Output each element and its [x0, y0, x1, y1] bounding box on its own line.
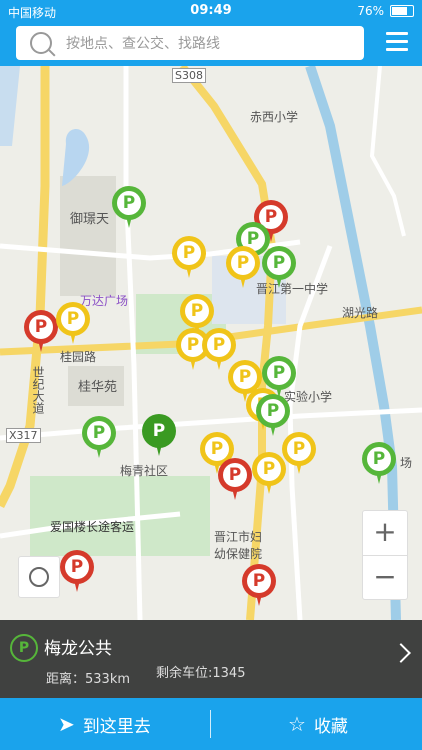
parking-name: 梅龙公共 — [44, 639, 112, 659]
map-label-guihua: 桂华苑 — [78, 380, 118, 395]
status-right: 76% — [357, 4, 414, 18]
map-label-chang: 场 — [400, 456, 413, 470]
parking-spaces: 剩余车位:1345 — [156, 666, 246, 681]
parking-pin[interactable]: P — [172, 236, 206, 278]
map-label-aiguo: 爱国楼长途客运 — [50, 520, 135, 534]
parking-pin[interactable]: P — [262, 246, 296, 288]
star-icon: ☆ — [288, 712, 306, 736]
battery-percent: 76% — [357, 4, 384, 18]
parking-pin[interactable]: P — [226, 246, 260, 288]
parking-pin[interactable]: P — [56, 302, 90, 344]
chevron-right-icon[interactable] — [391, 643, 411, 663]
parking-pin[interactable]: P — [82, 416, 116, 458]
crosshair-icon — [29, 567, 49, 587]
bottom-bar: ➤ 到这里去 ☆ 收藏 — [0, 698, 422, 750]
map-view[interactable]: S308 赤西小学 御璟天 晋江第一中学 万达广场 桂园路 桂华苑 世纪大道 X… — [0, 66, 422, 620]
locate-button[interactable] — [18, 556, 60, 598]
parking-pin[interactable]: P — [60, 550, 94, 592]
map-label-chixi: 赤西小学 — [250, 110, 299, 124]
navigate-button[interactable]: ➤ 到这里去 — [58, 698, 151, 750]
favorite-button[interactable]: ☆ 收藏 — [288, 698, 348, 750]
map-label-wanda: 万达广场 — [80, 294, 129, 308]
parking-pin[interactable]: P — [202, 328, 236, 370]
parking-info-card[interactable]: P 梅龙公共 距离：533km 剩余车位:1345 — [0, 620, 422, 698]
map-label-yuhuan: 御璟天 — [70, 212, 110, 227]
parking-pin-selected[interactable]: P — [142, 414, 176, 456]
favorite-label: 收藏 — [313, 716, 348, 737]
map-label-guiyuan: 桂园路 — [60, 350, 97, 364]
map-label-jinjiang1: 晋江第一中学 — [256, 282, 329, 296]
search-icon — [30, 32, 52, 54]
parking-pin[interactable]: P — [24, 310, 58, 352]
map-label-huguang: 湖光路 — [342, 306, 379, 320]
parking-pin[interactable]: P — [362, 442, 396, 484]
map-label-shiyan: 实验小学 — [284, 390, 333, 404]
parking-pin[interactable]: P — [282, 432, 316, 474]
parking-badge-icon: P — [10, 634, 38, 662]
parking-pin[interactable]: P — [218, 458, 252, 500]
parking-pin[interactable]: P — [112, 186, 146, 228]
zoom-out-button[interactable]: − — [363, 556, 407, 600]
map-label-fuyou: 晋江市妇幼保健院 — [214, 530, 263, 561]
map-label-meiqing: 梅青社区 — [120, 464, 169, 478]
menu-icon[interactable] — [386, 32, 408, 52]
map-label-x317: X317 — [6, 428, 41, 443]
status-bar: 中国移动 09:49 76% — [0, 0, 422, 22]
search-bar[interactable]: 按地点、查公交、找路线 — [16, 26, 364, 60]
search-placeholder: 按地点、查公交、找路线 — [66, 36, 220, 52]
battery-icon — [390, 5, 414, 17]
navigate-label: 到这里去 — [82, 716, 151, 737]
parking-pin[interactable]: P — [242, 564, 276, 606]
parking-pin[interactable]: P — [262, 356, 296, 398]
zoom-in-button[interactable]: + — [363, 511, 407, 556]
parking-pin[interactable]: P — [256, 394, 290, 436]
map-label-s308: S308 — [172, 68, 206, 83]
parking-distance: 距离：533km — [46, 672, 131, 687]
parking-pin[interactable]: P — [180, 294, 214, 336]
divider — [210, 710, 211, 738]
top-header: 按地点、查公交、找路线 — [0, 22, 422, 66]
parking-pin[interactable]: P — [252, 452, 286, 494]
zoom-control: + − — [362, 510, 408, 600]
send-icon: ➤ — [58, 712, 75, 736]
map-label-shiji: 世纪大道 — [31, 366, 45, 414]
